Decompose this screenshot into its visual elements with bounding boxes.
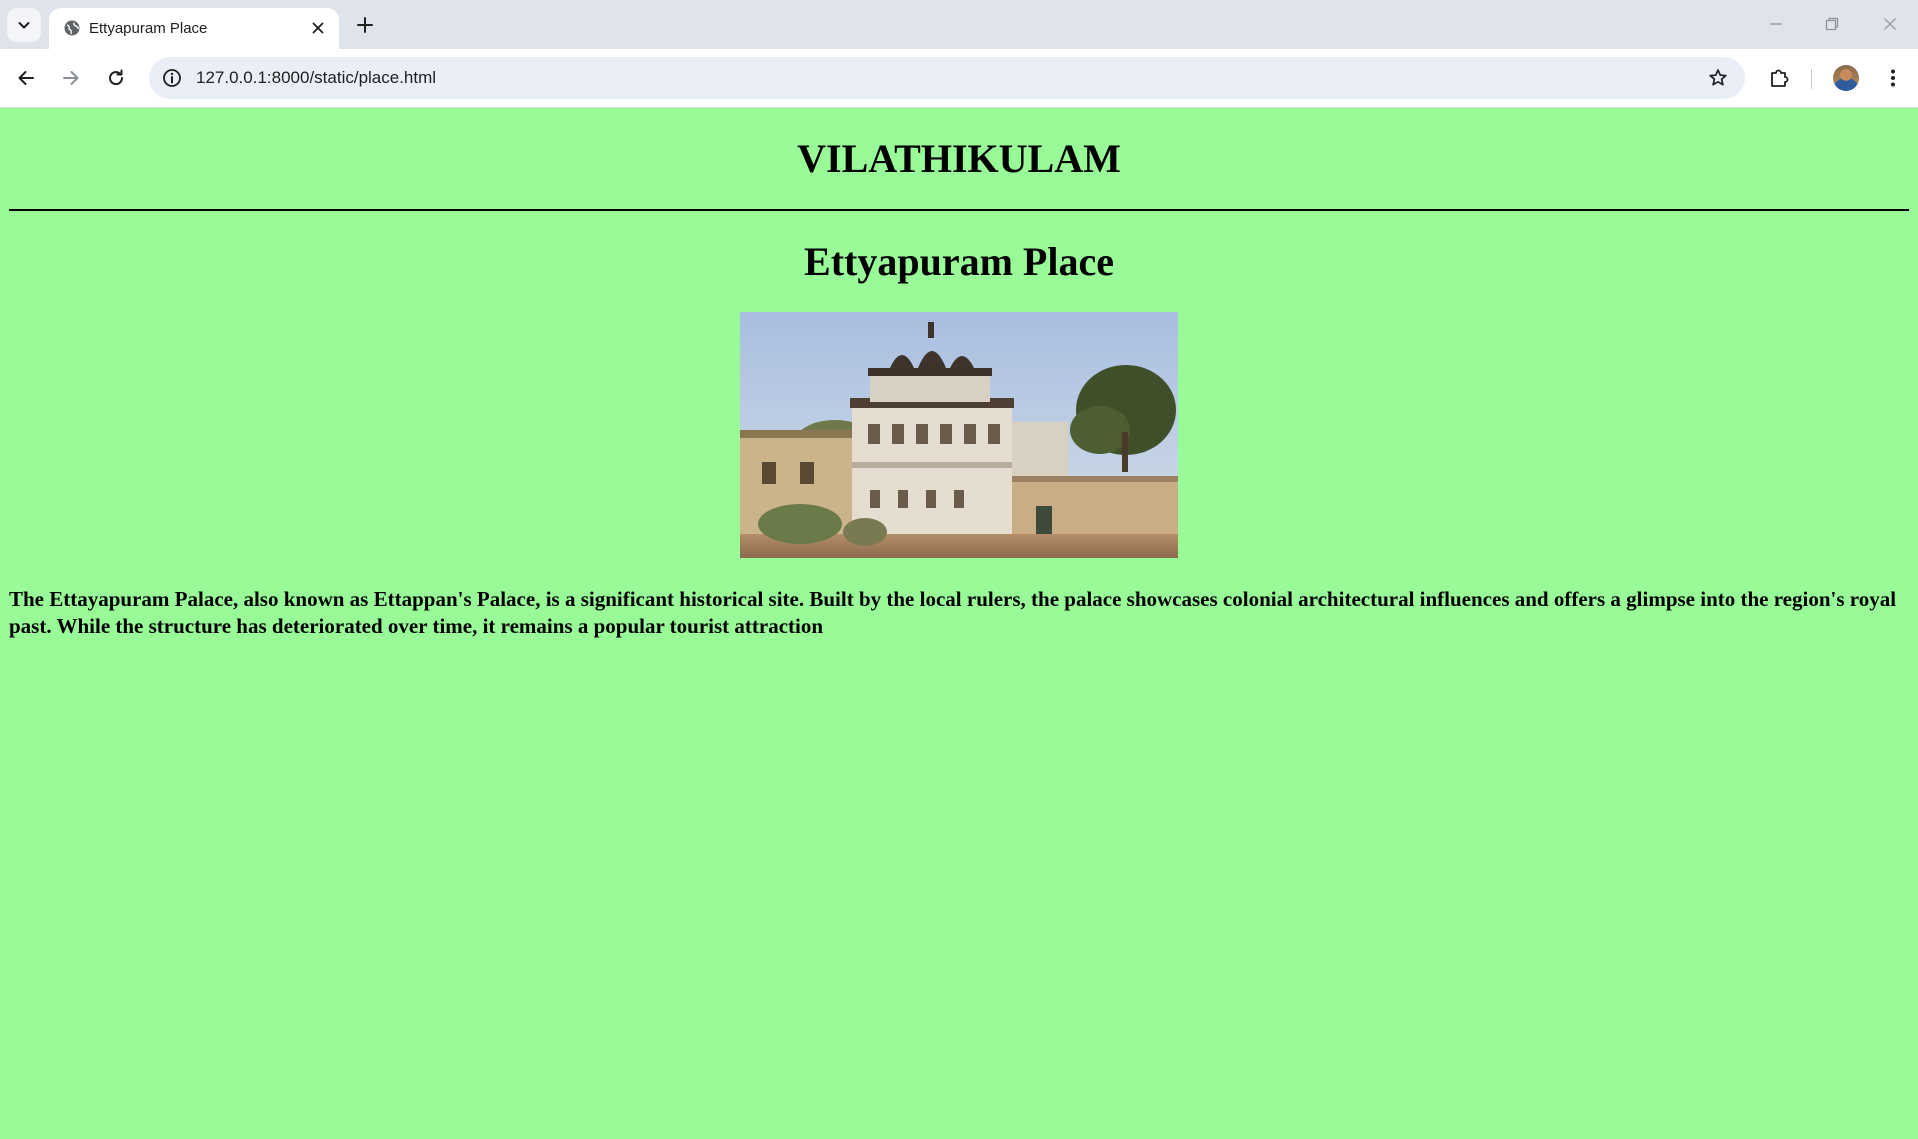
reload-icon bbox=[109, 69, 124, 86]
chevron-down-icon bbox=[18, 22, 30, 29]
browser-toolbar: 127.0.0.1:8000/static/place.html bbox=[0, 49, 1918, 108]
page-content: VILATHIKULAM Ettyapuram Place The Ettaya… bbox=[0, 108, 1918, 1139]
info-icon[interactable] bbox=[161, 67, 183, 89]
place-title: Ettyapuram Place bbox=[804, 239, 1114, 284]
place-description: The Ettayapuram Palace, also known as Et… bbox=[9, 587, 1897, 638]
arrow-right-icon bbox=[63, 71, 79, 85]
globe-icon bbox=[64, 20, 80, 36]
plus-icon[interactable] bbox=[353, 13, 377, 37]
arrow-left-icon bbox=[18, 71, 34, 85]
palace-photo bbox=[740, 312, 1178, 558]
avatar[interactable] bbox=[1833, 65, 1859, 91]
star-icon[interactable] bbox=[1707, 67, 1729, 89]
tab-title: Ettyapuram Place bbox=[89, 20, 208, 37]
address-bar[interactable]: 127.0.0.1:8000/static/place.html bbox=[149, 57, 1745, 99]
tab-search-button[interactable] bbox=[7, 8, 41, 42]
url-text[interactable]: 127.0.0.1:8000/static/place.html bbox=[196, 57, 436, 99]
minimize-icon[interactable] bbox=[1764, 12, 1788, 36]
close-window-icon[interactable] bbox=[1878, 12, 1902, 36]
kebab-menu-icon[interactable] bbox=[1879, 64, 1907, 92]
back-button[interactable] bbox=[12, 64, 40, 92]
horizontal-rule bbox=[9, 209, 1909, 211]
tab-strip: Ettyapuram Place bbox=[0, 0, 1918, 49]
forward-button[interactable] bbox=[57, 64, 85, 92]
puzzle-icon[interactable] bbox=[1766, 64, 1794, 92]
restore-icon[interactable] bbox=[1820, 12, 1844, 36]
active-tab[interactable]: Ettyapuram Place bbox=[49, 8, 339, 49]
toolbar-divider bbox=[1811, 69, 1812, 89]
close-icon[interactable] bbox=[309, 19, 327, 37]
reload-button[interactable] bbox=[102, 64, 130, 92]
site-title: VILATHIKULAM bbox=[797, 136, 1121, 181]
